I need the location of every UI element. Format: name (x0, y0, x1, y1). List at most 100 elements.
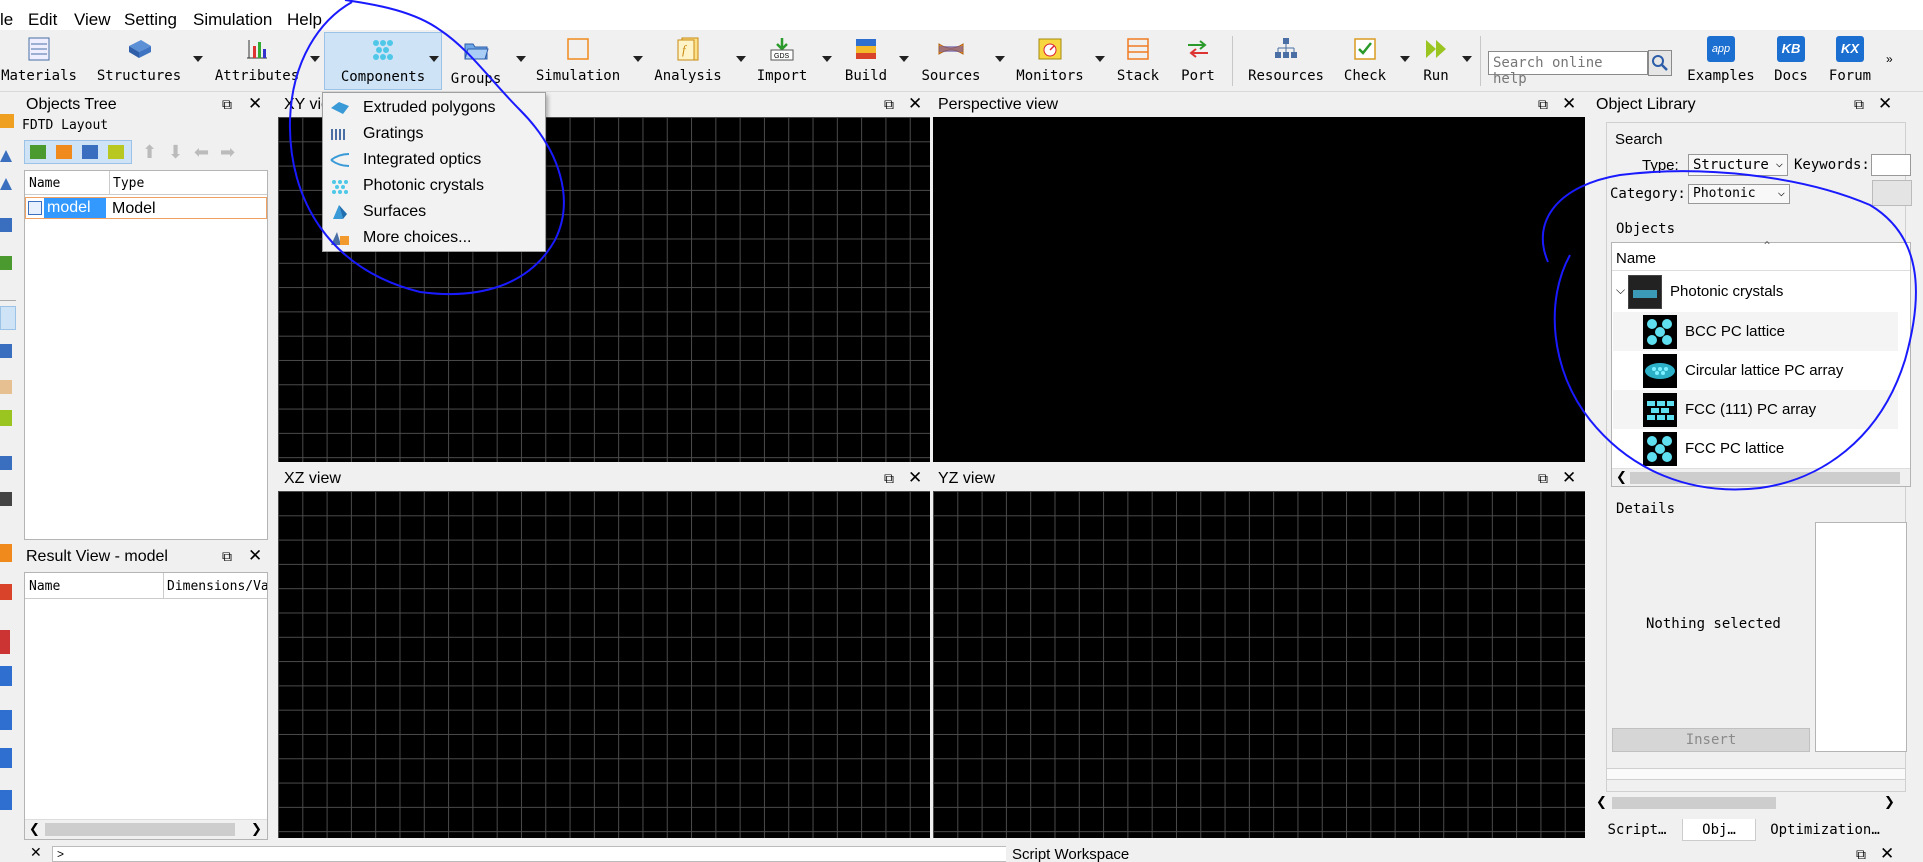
attributes-dropdown-arrow[interactable] (310, 56, 320, 62)
close-panel-icon[interactable]: ✕ (1880, 844, 1894, 862)
scroll-right-icon[interactable]: ❯ (251, 821, 262, 837)
draw-tool-icon[interactable] (0, 114, 14, 128)
import-button[interactable]: GDS Import (752, 32, 812, 90)
scroll-right-icon[interactable]: ❯ (1884, 794, 1895, 810)
menu-item-integrated-optics[interactable]: Integrated optics (323, 147, 545, 173)
view-tool-icon[interactable] (0, 710, 12, 730)
view-tool-icon[interactable] (0, 748, 12, 768)
hierarchy-icon[interactable] (82, 145, 98, 159)
build-button[interactable]: Build (838, 32, 894, 90)
simulation-button[interactable]: Simulation (532, 32, 624, 90)
library-item[interactable]: Circular lattice PC array (1613, 351, 1898, 390)
axis-tool-icon[interactable] (0, 492, 12, 506)
float-view-icon[interactable]: ⧉ (884, 96, 894, 113)
view-tool-icon[interactable] (0, 790, 12, 810)
tab-object-library[interactable]: Obj… (1682, 819, 1756, 841)
attributes-button[interactable]: Attributes (212, 32, 302, 90)
pan-tool-icon[interactable] (0, 380, 12, 394)
close-panel-icon[interactable]: ✕ (248, 546, 262, 566)
float-panel-icon[interactable]: ⧉ (1854, 96, 1864, 113)
menu-item-gratings[interactable]: Gratings (323, 121, 545, 147)
grid-tool-icon[interactable] (0, 218, 12, 232)
measure-tool-icon[interactable] (0, 410, 12, 426)
close-view-icon[interactable]: ✕ (908, 94, 922, 114)
select-tool-icon[interactable] (0, 306, 16, 330)
menu-item-photonic-crystals[interactable]: Photonic crystals (323, 173, 545, 199)
tab-script[interactable]: Script… (1596, 819, 1678, 841)
move-up-icon[interactable]: ⬆ (142, 142, 157, 163)
close-prompt-icon[interactable]: ✕ (30, 844, 42, 861)
docs-button[interactable]: KB Docs (1766, 32, 1816, 90)
yz-view-canvas[interactable] (933, 491, 1585, 838)
type-select[interactable]: Structure ⌵ (1688, 154, 1788, 176)
expand-icon[interactable] (108, 145, 124, 159)
search-button[interactable] (1648, 50, 1672, 76)
library-item[interactable]: BCC PC lattice (1613, 312, 1898, 351)
tree-row-model[interactable]: model Model (25, 197, 267, 219)
move-left-icon[interactable]: ⬅ (194, 142, 209, 163)
scroll-left-icon[interactable]: ❮ (1616, 469, 1627, 485)
float-view-icon[interactable]: ⧉ (884, 470, 894, 487)
scroll-left-icon[interactable]: ❮ (29, 821, 40, 837)
forum-button[interactable]: KX Forum (1824, 32, 1876, 90)
structures-dropdown-arrow[interactable] (193, 56, 203, 62)
xz-view-canvas[interactable] (278, 491, 930, 838)
close-view-icon[interactable]: ✕ (1562, 468, 1576, 488)
materials-button[interactable]: Materials (0, 32, 78, 90)
monitors-dropdown-arrow[interactable] (1095, 56, 1105, 62)
structures-button[interactable]: Structures (94, 32, 184, 90)
library-item[interactable]: FCC PC lattice (1613, 429, 1898, 468)
menu-setting[interactable]: Setting (124, 10, 177, 30)
groups-dropdown-arrow[interactable] (516, 56, 526, 62)
view-tool-icon[interactable] (0, 630, 10, 654)
scrollbar-thumb[interactable] (45, 823, 235, 836)
chevron-down-icon[interactable]: ⌵ (1616, 283, 1625, 298)
horizontal-scrollbar[interactable]: ❮ (1612, 468, 1910, 486)
run-dropdown-arrow[interactable] (1462, 56, 1472, 62)
close-panel-icon[interactable]: ✕ (248, 94, 262, 114)
check-button[interactable]: Check (1336, 32, 1394, 90)
perspective-view-canvas[interactable] (933, 117, 1585, 462)
toolbar-overflow-icon[interactable]: » (1886, 52, 1893, 66)
run-button[interactable]: Run (1412, 32, 1460, 90)
add-object-icon[interactable] (30, 145, 46, 159)
scroll-left-icon[interactable]: ❮ (1596, 794, 1607, 810)
sources-button[interactable]: Sources (912, 32, 990, 90)
view-tool-icon[interactable] (0, 666, 12, 686)
float-panel-icon[interactable]: ⧉ (222, 548, 232, 565)
tab-optimization[interactable]: Optimization… (1760, 819, 1890, 841)
group-icon[interactable] (56, 145, 72, 159)
menu-view[interactable]: View (74, 10, 111, 30)
menu-edit[interactable]: Edit (28, 10, 57, 30)
build-dropdown-arrow[interactable] (899, 56, 909, 62)
horizontal-scrollbar[interactable]: ❮ ❯ (25, 819, 267, 839)
stack-button[interactable]: Stack (1112, 32, 1164, 90)
scrollbar-thumb[interactable] (1612, 797, 1776, 809)
region-tool-icon[interactable] (0, 544, 12, 562)
ruler-tool-icon[interactable] (0, 456, 12, 470)
library-item[interactable]: FCC (111) PC array (1613, 390, 1898, 429)
port-button[interactable]: Port (1172, 32, 1224, 90)
library-horizontal-scrollbar[interactable]: ❮ ❯ (1596, 794, 1900, 812)
groups-button[interactable]: Groups (446, 32, 506, 90)
menu-help[interactable]: Help (287, 10, 322, 30)
close-panel-icon[interactable]: ✕ (1878, 94, 1892, 114)
move-down-icon[interactable]: ⬇ (168, 142, 183, 163)
import-dropdown-arrow[interactable] (822, 56, 832, 62)
zoom-tool-icon[interactable] (0, 344, 12, 358)
close-view-icon[interactable]: ✕ (908, 468, 922, 488)
close-view-icon[interactable]: ✕ (1562, 94, 1576, 114)
sources-dropdown-arrow[interactable] (995, 56, 1005, 62)
menu-item-more-choices[interactable]: More choices... (323, 225, 545, 251)
components-dropdown-arrow[interactable] (429, 56, 439, 62)
search-go-button[interactable] (1872, 180, 1912, 206)
float-panel-icon[interactable]: ⧉ (222, 96, 232, 113)
check-dropdown-arrow[interactable] (1400, 56, 1410, 62)
analysis-button[interactable]: f Analysis (650, 32, 726, 90)
resources-button[interactable]: Resources (1244, 32, 1328, 90)
category-row-photonic-crystals[interactable]: ⌵ Photonic crystals (1612, 273, 1910, 311)
move-right-icon[interactable]: ➡ (220, 142, 235, 163)
triangle-tool-icon[interactable] (0, 178, 12, 190)
insert-button[interactable]: Insert (1612, 728, 1810, 752)
script-prompt-input[interactable]: > (52, 846, 1022, 862)
